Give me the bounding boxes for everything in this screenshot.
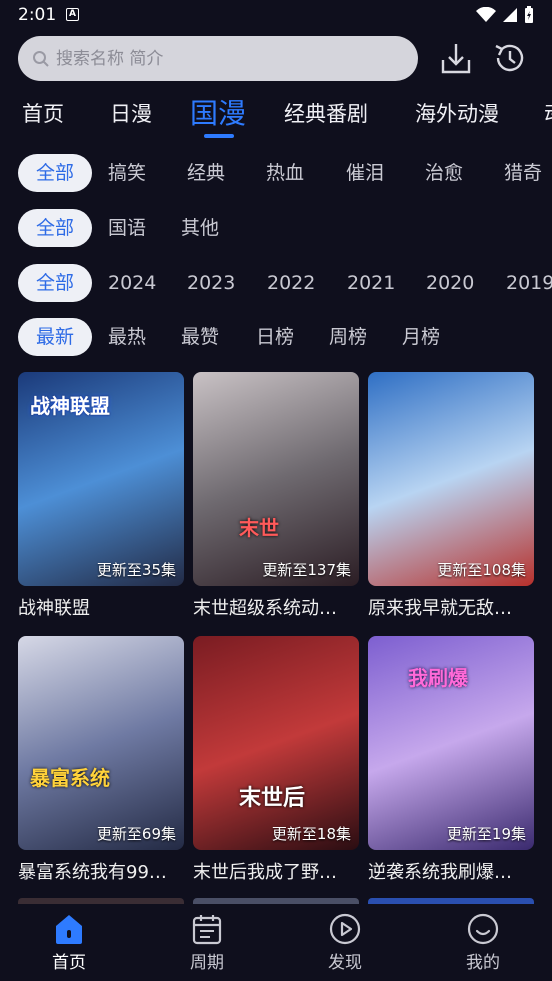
genre-chip[interactable]: 猎奇 bbox=[504, 154, 542, 192]
tab-home[interactable]: 首页 bbox=[22, 98, 64, 128]
anime-card[interactable]: 我刷爆 更新至19集 逆袭系统我刷爆… bbox=[368, 636, 534, 884]
poster-logo-text: 末世 bbox=[239, 516, 279, 540]
poster-logo-text: 末世后 bbox=[239, 786, 306, 811]
poster-logo-text: 我刷爆 bbox=[408, 666, 468, 690]
genre-chip[interactable]: 催泪 bbox=[346, 154, 384, 192]
tab-chinese-anime[interactable]: 国漫 bbox=[190, 92, 246, 132]
anime-title[interactable]: 末世超级系统动… bbox=[193, 594, 359, 620]
anime-title[interactable]: 逆袭系统我刷爆… bbox=[368, 858, 534, 884]
anime-poster[interactable]: 末世后 更新至18集 bbox=[193, 636, 359, 850]
year-chip[interactable]: 2020 bbox=[426, 264, 474, 302]
sort-chip[interactable]: 月榜 bbox=[402, 318, 440, 356]
year-chip[interactable]: 2024 bbox=[108, 264, 156, 302]
genre-chip[interactable]: 热血 bbox=[266, 154, 304, 192]
poster-logo-text: 暴富系统 bbox=[30, 766, 110, 790]
genre-chip-all[interactable]: 全部 bbox=[18, 154, 92, 192]
year-chip[interactable]: 2023 bbox=[187, 264, 235, 302]
year-chip-all[interactable]: 全部 bbox=[18, 264, 92, 302]
sort-chip[interactable]: 周榜 bbox=[329, 318, 367, 356]
tab-japanese-anime[interactable]: 日漫 bbox=[110, 98, 152, 128]
active-tab-indicator bbox=[204, 134, 234, 138]
status-time: 2:01 bbox=[18, 5, 57, 25]
smile-icon bbox=[467, 913, 499, 945]
home-icon bbox=[56, 915, 82, 944]
search-input[interactable] bbox=[56, 48, 386, 69]
nav-home[interactable]: 首页 bbox=[19, 912, 119, 973]
episode-badge: 更新至18集 bbox=[271, 825, 351, 843]
episode-badge: 更新至108集 bbox=[437, 561, 526, 579]
nav-schedule[interactable]: 周期 bbox=[157, 912, 257, 973]
tab-overseas[interactable]: 海外动漫 bbox=[415, 98, 499, 128]
search-bar[interactable] bbox=[18, 36, 418, 81]
episode-badge: 更新至137集 bbox=[262, 561, 351, 579]
anime-title[interactable]: 暴富系统我有99… bbox=[18, 858, 184, 884]
anime-card[interactable]: 战神联盟 更新至35集 战神联盟 bbox=[18, 372, 184, 620]
anime-card[interactable]: 暴富系统 更新至69集 暴富系统我有99… bbox=[18, 636, 184, 884]
language-chip[interactable]: 国语 bbox=[108, 209, 146, 247]
anime-card[interactable]: 更新至108集 原来我早就无敌… bbox=[368, 372, 534, 620]
category-tabs: 首页 日漫 国漫 经典番剧 海外动漫 动 bbox=[0, 90, 552, 140]
episode-badge: 更新至35集 bbox=[96, 561, 176, 579]
nav-discover-label: 发现 bbox=[328, 953, 362, 973]
genre-filter-row: 全部 搞笑 经典 热血 催泪 治愈 猎奇 bbox=[0, 154, 552, 194]
nav-home-label: 首页 bbox=[52, 953, 86, 973]
play-circle-icon bbox=[329, 913, 361, 945]
anime-poster[interactable]: 末世 更新至137集 bbox=[193, 372, 359, 586]
anime-poster[interactable]: 战神联盟 更新至35集 bbox=[18, 372, 184, 586]
year-chip[interactable]: 2021 bbox=[347, 264, 395, 302]
signal-icon bbox=[503, 8, 517, 22]
nav-schedule-label: 周期 bbox=[190, 953, 224, 973]
download-icon[interactable] bbox=[438, 40, 474, 76]
genre-chip[interactable]: 治愈 bbox=[425, 154, 463, 192]
wifi-icon bbox=[476, 7, 496, 22]
sort-chip[interactable]: 最热 bbox=[108, 318, 146, 356]
anime-title[interactable]: 末世后我成了野… bbox=[193, 858, 359, 884]
anime-poster[interactable]: 暴富系统 更新至69集 bbox=[18, 636, 184, 850]
sort-filter-row: 最新 最热 最赞 日榜 周榜 月榜 bbox=[0, 318, 552, 358]
nav-profile[interactable]: 我的 bbox=[433, 912, 533, 973]
year-filter-row: 全部 2024 2023 2022 2021 2020 2019 bbox=[0, 264, 552, 304]
history-icon[interactable] bbox=[492, 40, 528, 76]
poster-logo-text: 战神联盟 bbox=[30, 394, 110, 418]
tab-more[interactable]: 动 bbox=[544, 98, 552, 128]
anime-poster[interactable]: 更新至108集 bbox=[368, 372, 534, 586]
tab-classic[interactable]: 经典番剧 bbox=[284, 98, 368, 128]
calendar-icon bbox=[192, 915, 222, 945]
anime-title[interactable]: 原来我早就无敌… bbox=[368, 594, 534, 620]
nav-discover[interactable]: 发现 bbox=[295, 912, 395, 973]
year-chip[interactable]: 2019 bbox=[506, 264, 552, 302]
notification-icon: A bbox=[66, 8, 79, 21]
search-icon bbox=[33, 50, 49, 67]
episode-badge: 更新至69集 bbox=[96, 825, 176, 843]
genre-chip[interactable]: 经典 bbox=[187, 154, 225, 192]
sort-chip[interactable]: 日榜 bbox=[256, 318, 294, 356]
nav-profile-label: 我的 bbox=[466, 953, 500, 973]
language-chip[interactable]: 其他 bbox=[181, 209, 219, 247]
status-bar: 2:01 A bbox=[0, 0, 552, 30]
anime-title[interactable]: 战神联盟 bbox=[18, 594, 184, 620]
language-chip-all[interactable]: 全部 bbox=[18, 209, 92, 247]
anime-card[interactable]: 末世后 更新至18集 末世后我成了野… bbox=[193, 636, 359, 884]
anime-poster[interactable]: 我刷爆 更新至19集 bbox=[368, 636, 534, 850]
sort-chip[interactable]: 最赞 bbox=[181, 318, 219, 356]
year-chip[interactable]: 2022 bbox=[267, 264, 315, 302]
language-filter-row: 全部 国语 其他 bbox=[0, 209, 552, 249]
sort-chip-latest[interactable]: 最新 bbox=[18, 318, 92, 356]
genre-chip[interactable]: 搞笑 bbox=[108, 154, 146, 192]
battery-icon bbox=[525, 6, 533, 23]
anime-card[interactable]: 末世 更新至137集 末世超级系统动… bbox=[193, 372, 359, 620]
bottom-nav: 首页 周期 发现 我的 bbox=[0, 904, 552, 981]
episode-badge: 更新至19集 bbox=[446, 825, 526, 843]
